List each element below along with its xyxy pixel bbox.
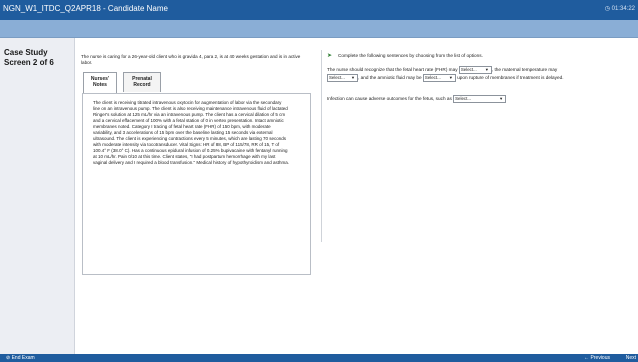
sentence-1-part-2: , the maternal temperature may: [491, 67, 558, 73]
case-study-progress: Screen 2 of 6: [4, 58, 54, 67]
tab-nurses-notes[interactable]: Nurses' Notes: [83, 72, 117, 93]
title-bar: NGN_W1_ITDC_Q2APR18 - Candidate Name ◷ 0…: [0, 0, 638, 20]
toolbar-strip: [0, 20, 638, 38]
select-temperature[interactable]: Select... ▼: [327, 74, 358, 82]
tab-prenatal-record[interactable]: Prenatal Record: [123, 72, 161, 92]
case-study-label: Case Study Screen 2 of 6: [4, 48, 70, 68]
chevron-down-icon: ▼: [448, 75, 453, 80]
nurses-notes-panel[interactable]: The client is receiving titrated intrave…: [82, 93, 311, 275]
case-study-sidebar: Case Study Screen 2 of 6: [0, 38, 75, 354]
sentence-1: The nurse should recognize that the feta…: [327, 66, 627, 82]
case-intro: The nurse is caring for a 26-year-old cl…: [81, 54, 301, 65]
chevron-down-icon: ▼: [499, 96, 504, 101]
select-fhr-value: Select...: [460, 67, 477, 72]
select-fetal-outcome-value: Select...: [455, 96, 471, 101]
pane-divider: [321, 50, 322, 242]
record-tabs: Nurses' Notes Prenatal Record: [81, 72, 311, 94]
nurses-notes-text: The client is receiving titrated intrave…: [93, 100, 289, 165]
select-amniotic-fluid-value: Select...: [424, 75, 441, 80]
previous-button[interactable]: ← Previous: [584, 355, 610, 361]
sentence-1-part-1: The nurse should recognize that the feta…: [327, 67, 458, 73]
footer-bar: ⊘ End Exam ← Previous Next: [0, 354, 638, 362]
sentence-1-part-4: upon rupture of membranes if treatment i…: [457, 75, 564, 81]
next-button[interactable]: Next: [626, 355, 636, 361]
sentence-2: Infection can cause adverse outcomes for…: [327, 95, 627, 103]
select-temperature-value: Select...: [329, 75, 345, 80]
case-study-heading: Case Study: [4, 48, 48, 57]
chevron-down-icon: ▼: [351, 75, 355, 80]
exam-title: NGN_W1_ITDC_Q2APR18 - Candidate Name: [3, 4, 168, 13]
sentence-2-part-1: Infection can cause adverse outcomes for…: [327, 96, 452, 102]
chevron-down-icon: ▼: [484, 67, 489, 72]
question-instruction: ➤ Complete the following sentences by cho…: [327, 52, 627, 60]
end-exam-button[interactable]: ⊘ End Exam: [6, 355, 35, 361]
sentence-1-part-3: , and the amniotic fluid may be: [358, 75, 422, 81]
exam-timer: ◷ 01:34:22: [604, 6, 635, 12]
select-fetal-outcome[interactable]: Select... ▼: [453, 95, 507, 103]
main-content: The nurse is caring for a 26-year-old cl…: [75, 38, 638, 354]
select-amniotic-fluid[interactable]: Select... ▼: [422, 74, 456, 82]
instruction-text: Complete the following sentences by choo…: [338, 53, 483, 58]
select-fhr[interactable]: Select... ▼: [458, 66, 492, 74]
arrow-right-icon: ➤: [327, 53, 333, 59]
